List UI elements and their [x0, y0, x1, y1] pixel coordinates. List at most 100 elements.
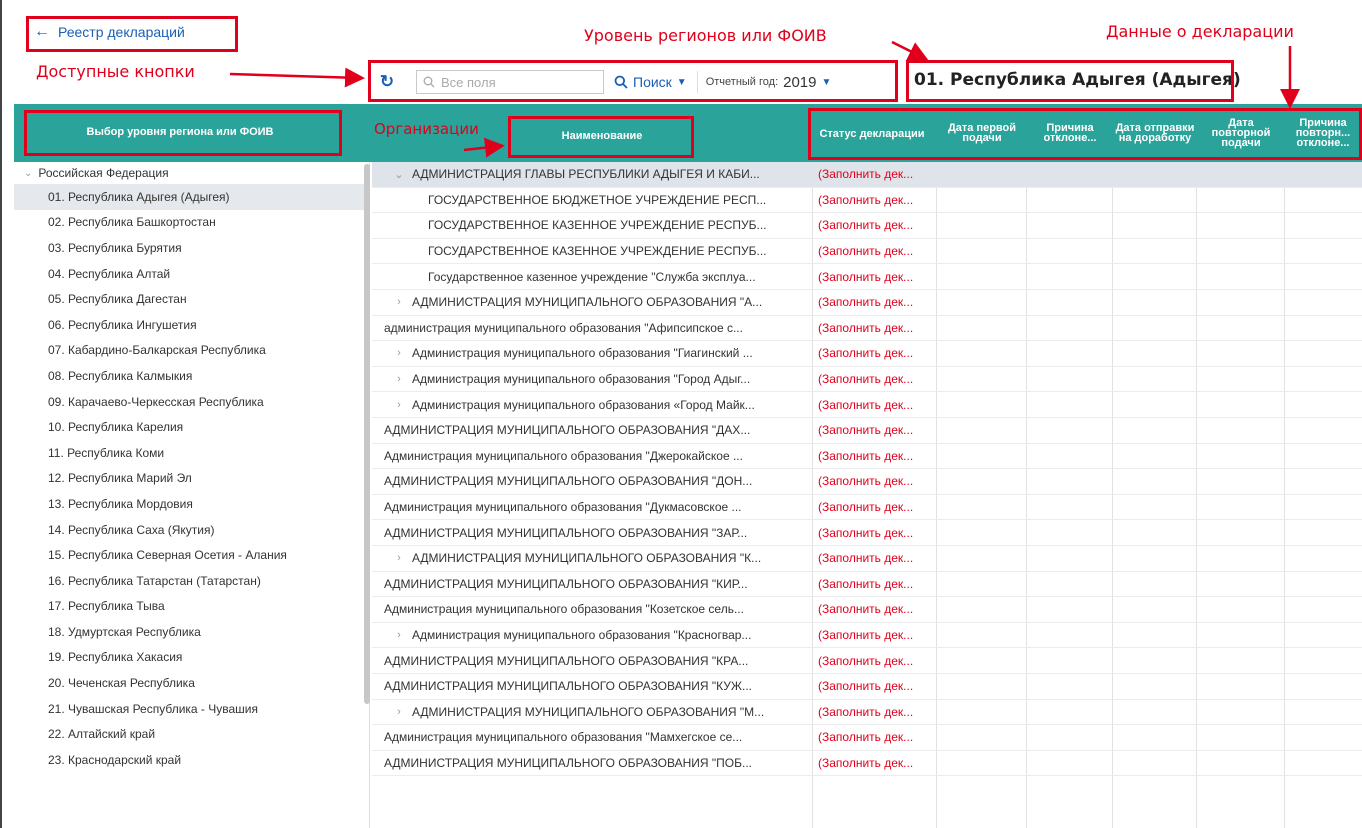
organization-name-cell[interactable]: ⌄ АДМИНИСТРАЦИЯ ГЛАВЫ РЕСПУБЛИКИ АДЫГЕЯ И… [372, 162, 812, 187]
region-item[interactable]: 01. Республика Адыгея (Адыгея) [14, 184, 369, 210]
declaration-status-link[interactable]: (Заполнить дек... [818, 418, 934, 443]
region-tree-scrollbar[interactable] [364, 164, 370, 704]
organization-name-cell[interactable]: АДМИНИСТРАЦИЯ МУНИЦИПАЛЬНОГО ОБРАЗОВАНИЯ… [372, 674, 812, 699]
organization-name-cell[interactable]: АДМИНИСТРАЦИЯ МУНИЦИПАЛЬНОГО ОБРАЗОВАНИЯ… [372, 520, 812, 545]
region-item[interactable]: 19. Республика Хакасия [14, 645, 369, 671]
declaration-status-link[interactable]: (Заполнить дек... [818, 316, 934, 341]
table-row[interactable]: › Администрация муниципального образовани… [372, 341, 1362, 367]
table-row[interactable]: АДМИНИСТРАЦИЯ МУНИЦИПАЛЬНОГО ОБРАЗОВАНИЯ… [372, 674, 1362, 700]
declaration-status-link[interactable]: (Заполнить дек... [818, 392, 934, 417]
organization-name-cell[interactable]: ГОСУДАРСТВЕННОЕ БЮДЖЕТНОЕ УЧРЕЖДЕНИЕ РЕС… [372, 188, 812, 213]
region-item[interactable]: 03. Республика Бурятия [14, 235, 369, 261]
table-row[interactable]: АДМИНИСТРАЦИЯ МУНИЦИПАЛЬНОГО ОБРАЗОВАНИЯ… [372, 572, 1362, 598]
region-item[interactable]: 13. Республика Мордовия [14, 491, 369, 517]
table-row[interactable]: ГОСУДАРСТВЕННОЕ КАЗЕННОЕ УЧРЕЖДЕНИЕ РЕСП… [372, 213, 1362, 239]
declaration-status-link[interactable]: (Заполнить дек... [818, 648, 934, 673]
declaration-status-link[interactable]: (Заполнить дек... [818, 444, 934, 469]
organization-name-cell[interactable]: администрация муниципального образования… [372, 316, 812, 341]
reporting-year-select[interactable]: Отчетный год: 2019 ▼ [706, 74, 832, 91]
table-row[interactable]: Администрация муниципального образования… [372, 725, 1362, 751]
chevron-right-icon[interactable]: › [392, 296, 406, 308]
organization-name-cell[interactable]: АДМИНИСТРАЦИЯ МУНИЦИПАЛЬНОГО ОБРАЗОВАНИЯ… [372, 418, 812, 443]
table-row[interactable]: › АДМИНИСТРАЦИЯ МУНИЦИПАЛЬНОГО ОБРАЗОВАНИ… [372, 546, 1362, 572]
search-input[interactable]: Все поля [416, 70, 604, 94]
table-row[interactable]: администрация муниципального образования… [372, 316, 1362, 342]
region-item[interactable]: 05. Республика Дагестан [14, 286, 369, 312]
region-item[interactable]: 02. Республика Башкортостан [14, 210, 369, 236]
organization-name-cell[interactable]: › Администрация муниципального образовани… [372, 341, 812, 366]
region-item[interactable]: 14. Республика Саха (Якутия) [14, 517, 369, 543]
region-item[interactable]: 07. Кабардино-Балкарская Республика [14, 338, 369, 364]
declaration-status-link[interactable]: (Заполнить дек... [818, 162, 934, 187]
chevron-right-icon[interactable]: › [392, 629, 406, 641]
table-row[interactable]: › АДМИНИСТРАЦИЯ МУНИЦИПАЛЬНОГО ОБРАЗОВАНИ… [372, 290, 1362, 316]
column-header-repeat-rejection-reason[interactable]: Причина повторн... отклоне... [1286, 108, 1360, 158]
declaration-status-link[interactable]: (Заполнить дек... [818, 546, 934, 571]
chevron-right-icon[interactable]: › [392, 347, 406, 359]
organization-name-cell[interactable]: › Администрация муниципального образовани… [372, 367, 812, 392]
search-dropdown-icon[interactable]: ▼ [677, 77, 687, 88]
organization-name-cell[interactable]: АДМИНИСТРАЦИЯ МУНИЦИПАЛЬНОГО ОБРАЗОВАНИЯ… [372, 572, 812, 597]
organization-name-cell[interactable]: ГОСУДАРСТВЕННОЕ КАЗЕННОЕ УЧРЕЖДЕНИЕ РЕСП… [372, 239, 812, 264]
declaration-status-link[interactable]: (Заполнить дек... [818, 520, 934, 545]
declaration-status-link[interactable]: (Заполнить дек... [818, 341, 934, 366]
organization-name-cell[interactable]: › АДМИНИСТРАЦИЯ МУНИЦИПАЛЬНОГО ОБРАЗОВАНИ… [372, 700, 812, 725]
region-item[interactable]: 06. Республика Ингушетия [14, 312, 369, 338]
organization-name-cell[interactable]: АДМИНИСТРАЦИЯ МУНИЦИПАЛЬНОГО ОБРАЗОВАНИЯ… [372, 469, 812, 494]
organization-name-cell[interactable]: Администрация муниципального образования… [372, 725, 812, 750]
column-header-first-submission[interactable]: Дата первой подачи [938, 108, 1026, 158]
declaration-status-link[interactable]: (Заполнить дек... [818, 623, 934, 648]
organization-name-cell[interactable]: Администрация муниципального образования… [372, 597, 812, 622]
declaration-status-link[interactable]: (Заполнить дек... [818, 597, 934, 622]
region-item[interactable]: 23. Краснодарский край [14, 747, 369, 773]
declaration-status-link[interactable]: (Заполнить дек... [818, 572, 934, 597]
table-row[interactable]: Администрация муниципального образования… [372, 495, 1362, 521]
column-header-resubmission-date[interactable]: Дата повторной подачи [1198, 108, 1284, 158]
table-row[interactable]: › Администрация муниципального образовани… [372, 367, 1362, 393]
declaration-status-link[interactable]: (Заполнить дек... [818, 264, 934, 289]
declaration-status-link[interactable]: (Заполнить дек... [818, 290, 934, 315]
region-item[interactable]: 12. Республика Марий Эл [14, 466, 369, 492]
back-to-registry-link[interactable]: ← Реестр деклараций [34, 24, 185, 41]
table-row[interactable]: АДМИНИСТРАЦИЯ МУНИЦИПАЛЬНОГО ОБРАЗОВАНИЯ… [372, 418, 1362, 444]
region-item[interactable]: 11. Республика Коми [14, 440, 369, 466]
organization-name-cell[interactable]: Государственное казенное учреждение "Слу… [372, 264, 812, 289]
chevron-right-icon[interactable]: › [392, 399, 406, 411]
chevron-right-icon[interactable]: › [392, 552, 406, 564]
table-row[interactable]: › Администрация муниципального образовани… [372, 392, 1362, 418]
table-row[interactable]: Государственное казенное учреждение "Слу… [372, 264, 1362, 290]
chevron-right-icon[interactable]: › [392, 373, 406, 385]
refresh-icon[interactable]: ↻ [372, 72, 402, 92]
region-item[interactable]: 17. Республика Тыва [14, 594, 369, 620]
region-item[interactable]: 15. Республика Северная Осетия - Алания [14, 542, 369, 568]
table-row[interactable]: Администрация муниципального образования… [372, 444, 1362, 470]
declaration-status-link[interactable]: (Заполнить дек... [818, 469, 934, 494]
column-header-sent-for-revision[interactable]: Дата отправки на доработку [1114, 106, 1196, 160]
declaration-status-link[interactable]: (Заполнить дек... [818, 239, 934, 264]
organization-name-cell[interactable]: Администрация муниципального образования… [372, 444, 812, 469]
region-item[interactable]: 20. Чеченская Республика [14, 670, 369, 696]
region-item[interactable]: 21. Чувашская Республика - Чувашия [14, 696, 369, 722]
chevron-down-icon[interactable]: ⌄ [24, 168, 32, 179]
declaration-status-link[interactable]: (Заполнить дек... [818, 188, 934, 213]
organization-name-cell[interactable]: › Администрация муниципального образовани… [372, 392, 812, 417]
table-row[interactable]: АДМИНИСТРАЦИЯ МУНИЦИПАЛЬНОГО ОБРАЗОВАНИЯ… [372, 520, 1362, 546]
region-item[interactable]: 16. Республика Татарстан (Татарстан) [14, 568, 369, 594]
table-row[interactable]: ⌄ АДМИНИСТРАЦИЯ ГЛАВЫ РЕСПУБЛИКИ АДЫГЕЯ И… [372, 162, 1362, 188]
table-row[interactable]: ГОСУДАРСТВЕННОЕ КАЗЕННОЕ УЧРЕЖДЕНИЕ РЕСП… [372, 239, 1362, 265]
tree-root-russia[interactable]: ⌄ Российская Федерация [14, 162, 369, 184]
region-item[interactable]: 18. Удмуртская Республика [14, 619, 369, 645]
organization-name-cell[interactable]: › АДМИНИСТРАЦИЯ МУНИЦИПАЛЬНОГО ОБРАЗОВАНИ… [372, 290, 812, 315]
organization-name-cell[interactable]: АДМИНИСТРАЦИЯ МУНИЦИПАЛЬНОГО ОБРАЗОВАНИЯ… [372, 751, 812, 776]
declaration-status-link[interactable]: (Заполнить дек... [818, 495, 934, 520]
declaration-status-link[interactable]: (Заполнить дек... [818, 725, 934, 750]
chevron-down-icon[interactable]: ⌄ [392, 168, 406, 181]
chevron-right-icon[interactable]: › [392, 706, 406, 718]
column-header-name[interactable]: Наименование [512, 118, 692, 154]
organization-name-cell[interactable]: › Администрация муниципального образовани… [372, 623, 812, 648]
region-item[interactable]: 09. Карачаево-Черкесская Республика [14, 389, 369, 415]
organization-name-cell[interactable]: АДМИНИСТРАЦИЯ МУНИЦИПАЛЬНОГО ОБРАЗОВАНИЯ… [372, 648, 812, 673]
table-row[interactable]: ГОСУДАРСТВЕННОЕ БЮДЖЕТНОЕ УЧРЕЖДЕНИЕ РЕС… [372, 188, 1362, 214]
table-row[interactable]: Администрация муниципального образования… [372, 597, 1362, 623]
declaration-status-link[interactable]: (Заполнить дек... [818, 367, 934, 392]
